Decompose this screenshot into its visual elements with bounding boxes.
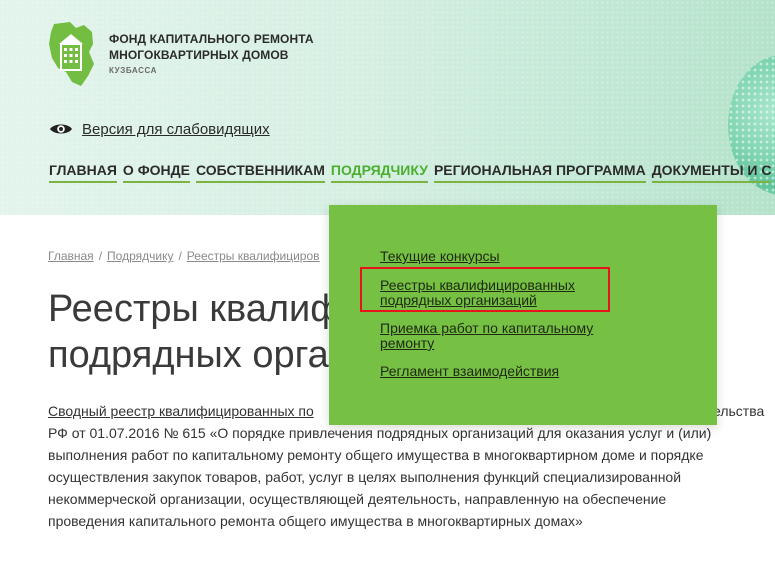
menu-item-link[interactable]: Приемка работ по капитальному ремонту [380,321,593,351]
breadcrumb: Главная / Подрядчику / Реестры квалифициров [48,249,320,263]
page-title: Реестры квалиф подрядных орга [48,286,342,378]
menu-item-interaction-regulations[interactable]: Регламент взаимодействия [380,364,559,379]
breadcrumb-separator: / [98,249,103,263]
fund-logo-icon[interactable] [48,20,98,88]
accessibility-version[interactable]: Версия для слабовидящих [49,119,270,139]
breadcrumb-contractors[interactable]: Подрядчику [107,249,173,263]
breadcrumb-home[interactable]: Главная [48,249,94,263]
org-name-line: МНОГОКВАРТИРНЫХ ДОМОВ [109,48,289,62]
body-line-tail: ельства [713,403,765,419]
nav-item-about[interactable]: О ФОНДЕ [122,162,190,183]
body-line: некоммерческой организации, осуществляющ… [48,491,667,507]
accessibility-link[interactable]: Версия для слабовидящих [82,121,270,138]
body-line: осуществления закупок товаров, работ, ус… [48,469,682,485]
menu-item-label: Приемка работ по капитальному [380,320,594,336]
page-title-line: подрядных орга [48,334,329,376]
breadcrumb-current[interactable]: Реестры квалифициров [187,249,320,263]
menu-item-label: ремонту [380,335,435,351]
nav-item-owners[interactable]: СОБСТВЕННИКАМ [195,162,325,183]
body-line: проведения капитального ремонта общего и… [48,513,583,529]
page-title-line: Реестры квалиф [48,288,342,330]
main-nav: ГЛАВНАЯ О ФОНДЕ СОБСТВЕННИКАМ ПОДРЯДЧИКУ… [49,162,775,183]
nav-item-home[interactable]: ГЛАВНАЯ [49,162,117,183]
org-region: КУЗБАССА [109,66,158,75]
consolidated-registry-link[interactable]: Сводный реестр квалифицированных по [48,403,314,419]
org-name[interactable]: ФОНД КАПИТАЛЬНОГО РЕМОНТА МНОГОКВАРТИРНЫ… [109,31,314,63]
menu-item-link[interactable]: Текущие конкурсы [380,249,500,264]
nav-item-documents[interactable]: ДОКУМЕНТЫ И С [651,162,772,183]
contractors-dropdown-menu: Текущие конкурсы Реестры квалифицированн… [329,205,717,425]
nav-item-regional-program[interactable]: РЕГИОНАЛЬНАЯ ПРОГРАММА [433,162,646,183]
menu-item-label: Регламент взаимодействия [380,363,560,379]
menu-item-label: Текущие конкурсы [380,248,500,264]
nav-item-contractors[interactable]: ПОДРЯДЧИКУ [330,162,428,183]
eye-icon [50,124,72,134]
org-name-line: ФОНД КАПИТАЛЬНОГО РЕМОНТА [109,32,314,46]
menu-item-current-tenders[interactable]: Текущие конкурсы [380,249,500,264]
breadcrumb-separator: / [178,249,182,263]
site-header: ФОНД КАПИТАЛЬНОГО РЕМОНТА МНОГОКВАРТИРНЫ… [0,0,775,215]
body-line: выполнения работ по капитальному ремонту… [48,447,704,463]
menu-item-link[interactable]: Регламент взаимодействия [380,364,559,379]
body-line: РФ от 01.07.2016 № 615 «О порядке привле… [48,425,712,441]
menu-item-works-acceptance[interactable]: Приемка работ по капитальному ремонту [380,321,593,351]
highlight-box [360,267,610,312]
